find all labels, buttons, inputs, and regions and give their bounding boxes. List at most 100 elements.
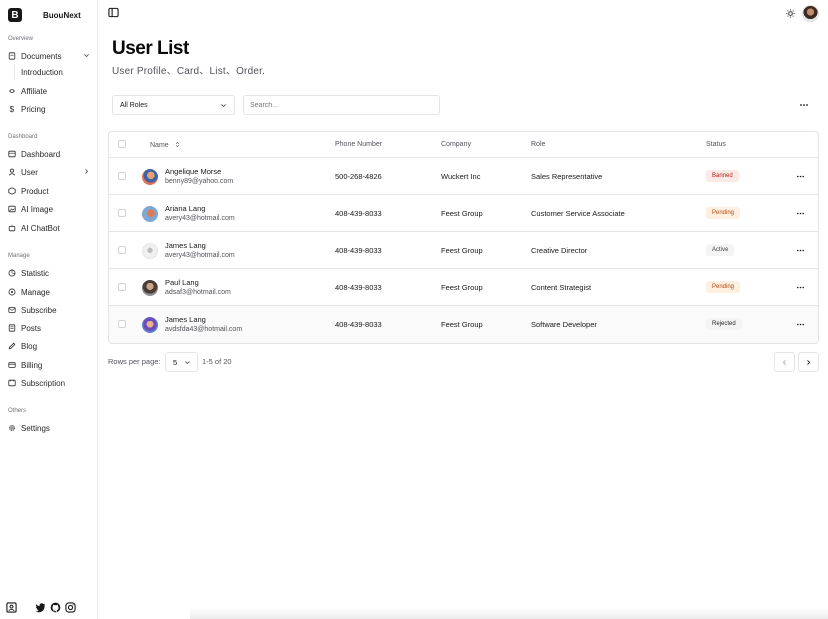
user-name: Angelique Morse (165, 167, 222, 176)
sidebar-item-documents[interactable]: Documents (8, 49, 92, 63)
chevron-left-icon (782, 359, 786, 365)
sidebar-item-label: Subscription (21, 378, 66, 388)
sidebar-item-label: Settings (21, 423, 50, 433)
svg-text:$: $ (10, 105, 15, 113)
user-role: Creative Director (531, 246, 588, 255)
row-checkbox[interactable] (118, 246, 126, 254)
box-icon (8, 187, 16, 195)
sun-icon[interactable] (786, 9, 795, 18)
sidebar-item-label: User (21, 167, 38, 177)
sidebar-item-product[interactable]: Product (8, 184, 92, 198)
sidebar-item-settings[interactable]: Settings (8, 421, 92, 435)
user-role: Customer Service Associate (531, 209, 625, 218)
sidebar-item-ai-image[interactable]: AI Image (8, 202, 92, 216)
user-company: Feest Group (441, 283, 483, 292)
user-phone: 408-439-8033 (335, 209, 382, 218)
dollar-icon: $ (8, 105, 16, 113)
table-row[interactable]: Ariana Lang avery43@hotmail.com 408-439-… (109, 195, 818, 232)
more-options-icon[interactable] (799, 100, 809, 110)
sidebar-item-posts[interactable]: Posts (8, 321, 92, 335)
github-icon[interactable] (50, 602, 61, 613)
next-page-button[interactable] (798, 352, 819, 372)
sidebar: B BuouNext Overview Documents Introducti… (0, 0, 98, 619)
brand[interactable]: B BuouNext (8, 8, 81, 22)
table-row[interactable]: Angelique Morse benny89@yahoo.com 500-26… (109, 158, 818, 195)
row-more-icon[interactable] (796, 246, 805, 255)
group-label-manage: Manage (8, 253, 30, 259)
status-badge: Pending (706, 281, 741, 293)
sidebar-item-billing[interactable]: Billing (8, 358, 92, 372)
chevron-down-icon (221, 104, 226, 108)
row-more-icon[interactable] (796, 209, 805, 218)
user-icon (8, 168, 16, 176)
sidebar-item-ai-chatbot[interactable]: AI ChatBot (8, 221, 92, 235)
avatar (142, 169, 158, 185)
table-row[interactable]: James Lang avery43@hotmail.com 408-439-8… (109, 232, 818, 269)
user-email: avery43@hotmail.com (165, 215, 235, 222)
sidebar-subitem-introduction[interactable]: Introduction (21, 68, 63, 77)
role-filter-value: All Roles (120, 101, 148, 109)
user-company: Feest Group (441, 209, 483, 218)
role-filter-select[interactable]: All Roles (112, 95, 235, 115)
sidebar-item-statistic[interactable]: Statistic (8, 266, 92, 280)
sidebar-item-manage[interactable]: Manage (8, 285, 92, 299)
user-table: Name Phone Number Company Role Status An… (108, 131, 819, 344)
column-header-status: Status (706, 141, 726, 148)
chart-icon (8, 269, 16, 277)
sidebar-item-blog[interactable]: Blog (8, 339, 92, 353)
row-checkbox[interactable] (118, 172, 126, 180)
row-checkbox[interactable] (118, 320, 126, 328)
sidebar-item-label: Statistic (21, 268, 50, 278)
row-more-icon[interactable] (796, 283, 805, 292)
document-icon (8, 52, 16, 60)
sidebar-toggle-icon[interactable] (108, 7, 119, 18)
sidebar-item-affiliate[interactable]: Affiliate (8, 84, 92, 98)
manage-icon (8, 288, 16, 296)
previous-page-button[interactable] (774, 352, 795, 372)
user-role: Software Developer (531, 320, 597, 329)
sidebar-item-pricing[interactable]: $ Pricing (8, 102, 92, 116)
user-email: avery43@hotmail.com (165, 252, 235, 259)
rows-per-page-select[interactable]: 5 (165, 352, 198, 372)
status-badge: Banned (706, 170, 739, 182)
pagination-range: 1-5 of 20 (202, 357, 232, 366)
row-more-icon[interactable] (796, 172, 805, 181)
rows-per-page-label: Rows per page: (108, 357, 161, 366)
chevron-down-icon (84, 54, 89, 58)
instagram-icon[interactable] (65, 602, 76, 613)
user-role: Sales Representative (531, 172, 603, 181)
avatar (142, 280, 158, 296)
user-phone: 408-439-8033 (335, 283, 382, 292)
column-header-name[interactable]: Name (150, 141, 181, 149)
sidebar-item-user[interactable]: User (8, 165, 92, 179)
avatar (142, 317, 158, 333)
sidebar-item-label: Posts (21, 323, 42, 333)
group-label-overview: Overview (8, 36, 34, 42)
table-row[interactable]: James Lang avdsfda43@hotmail.com 408-439… (109, 306, 818, 343)
contact-icon[interactable] (6, 602, 17, 613)
bottom-shadow (190, 608, 828, 619)
sidebar-item-dashboard[interactable]: Dashboard (8, 147, 92, 161)
group-label-others: Others (8, 408, 27, 414)
rows-per-page-value: 5 (173, 357, 178, 367)
select-all-checkbox[interactable] (118, 140, 126, 148)
user-avatar[interactable] (802, 5, 819, 22)
sidebar-item-label: Dashboard (21, 149, 61, 159)
submenu-line (14, 64, 15, 80)
row-checkbox[interactable] (118, 283, 126, 291)
sidebar-item-subscribe[interactable]: Subscribe (8, 303, 92, 317)
user-email: adsaf3@hotmail.com (165, 289, 231, 296)
status-badge: Rejected (706, 318, 742, 330)
sidebar-item-label: Blog (21, 341, 38, 351)
sort-icon (175, 141, 179, 148)
sidebar-item-subscription[interactable]: Subscription (8, 376, 92, 390)
row-more-icon[interactable] (796, 320, 805, 329)
gear-icon (8, 424, 16, 432)
user-name: James Lang (165, 315, 206, 324)
table-row[interactable]: Paul Lang adsaf3@hotmail.com 408-439-803… (109, 269, 818, 306)
sidebar-item-label: Subscribe (21, 305, 57, 315)
search-input[interactable] (243, 95, 440, 115)
twitter-icon[interactable] (35, 602, 46, 613)
row-checkbox[interactable] (118, 209, 126, 217)
user-email: avdsfda43@hotmail.com (165, 326, 243, 333)
